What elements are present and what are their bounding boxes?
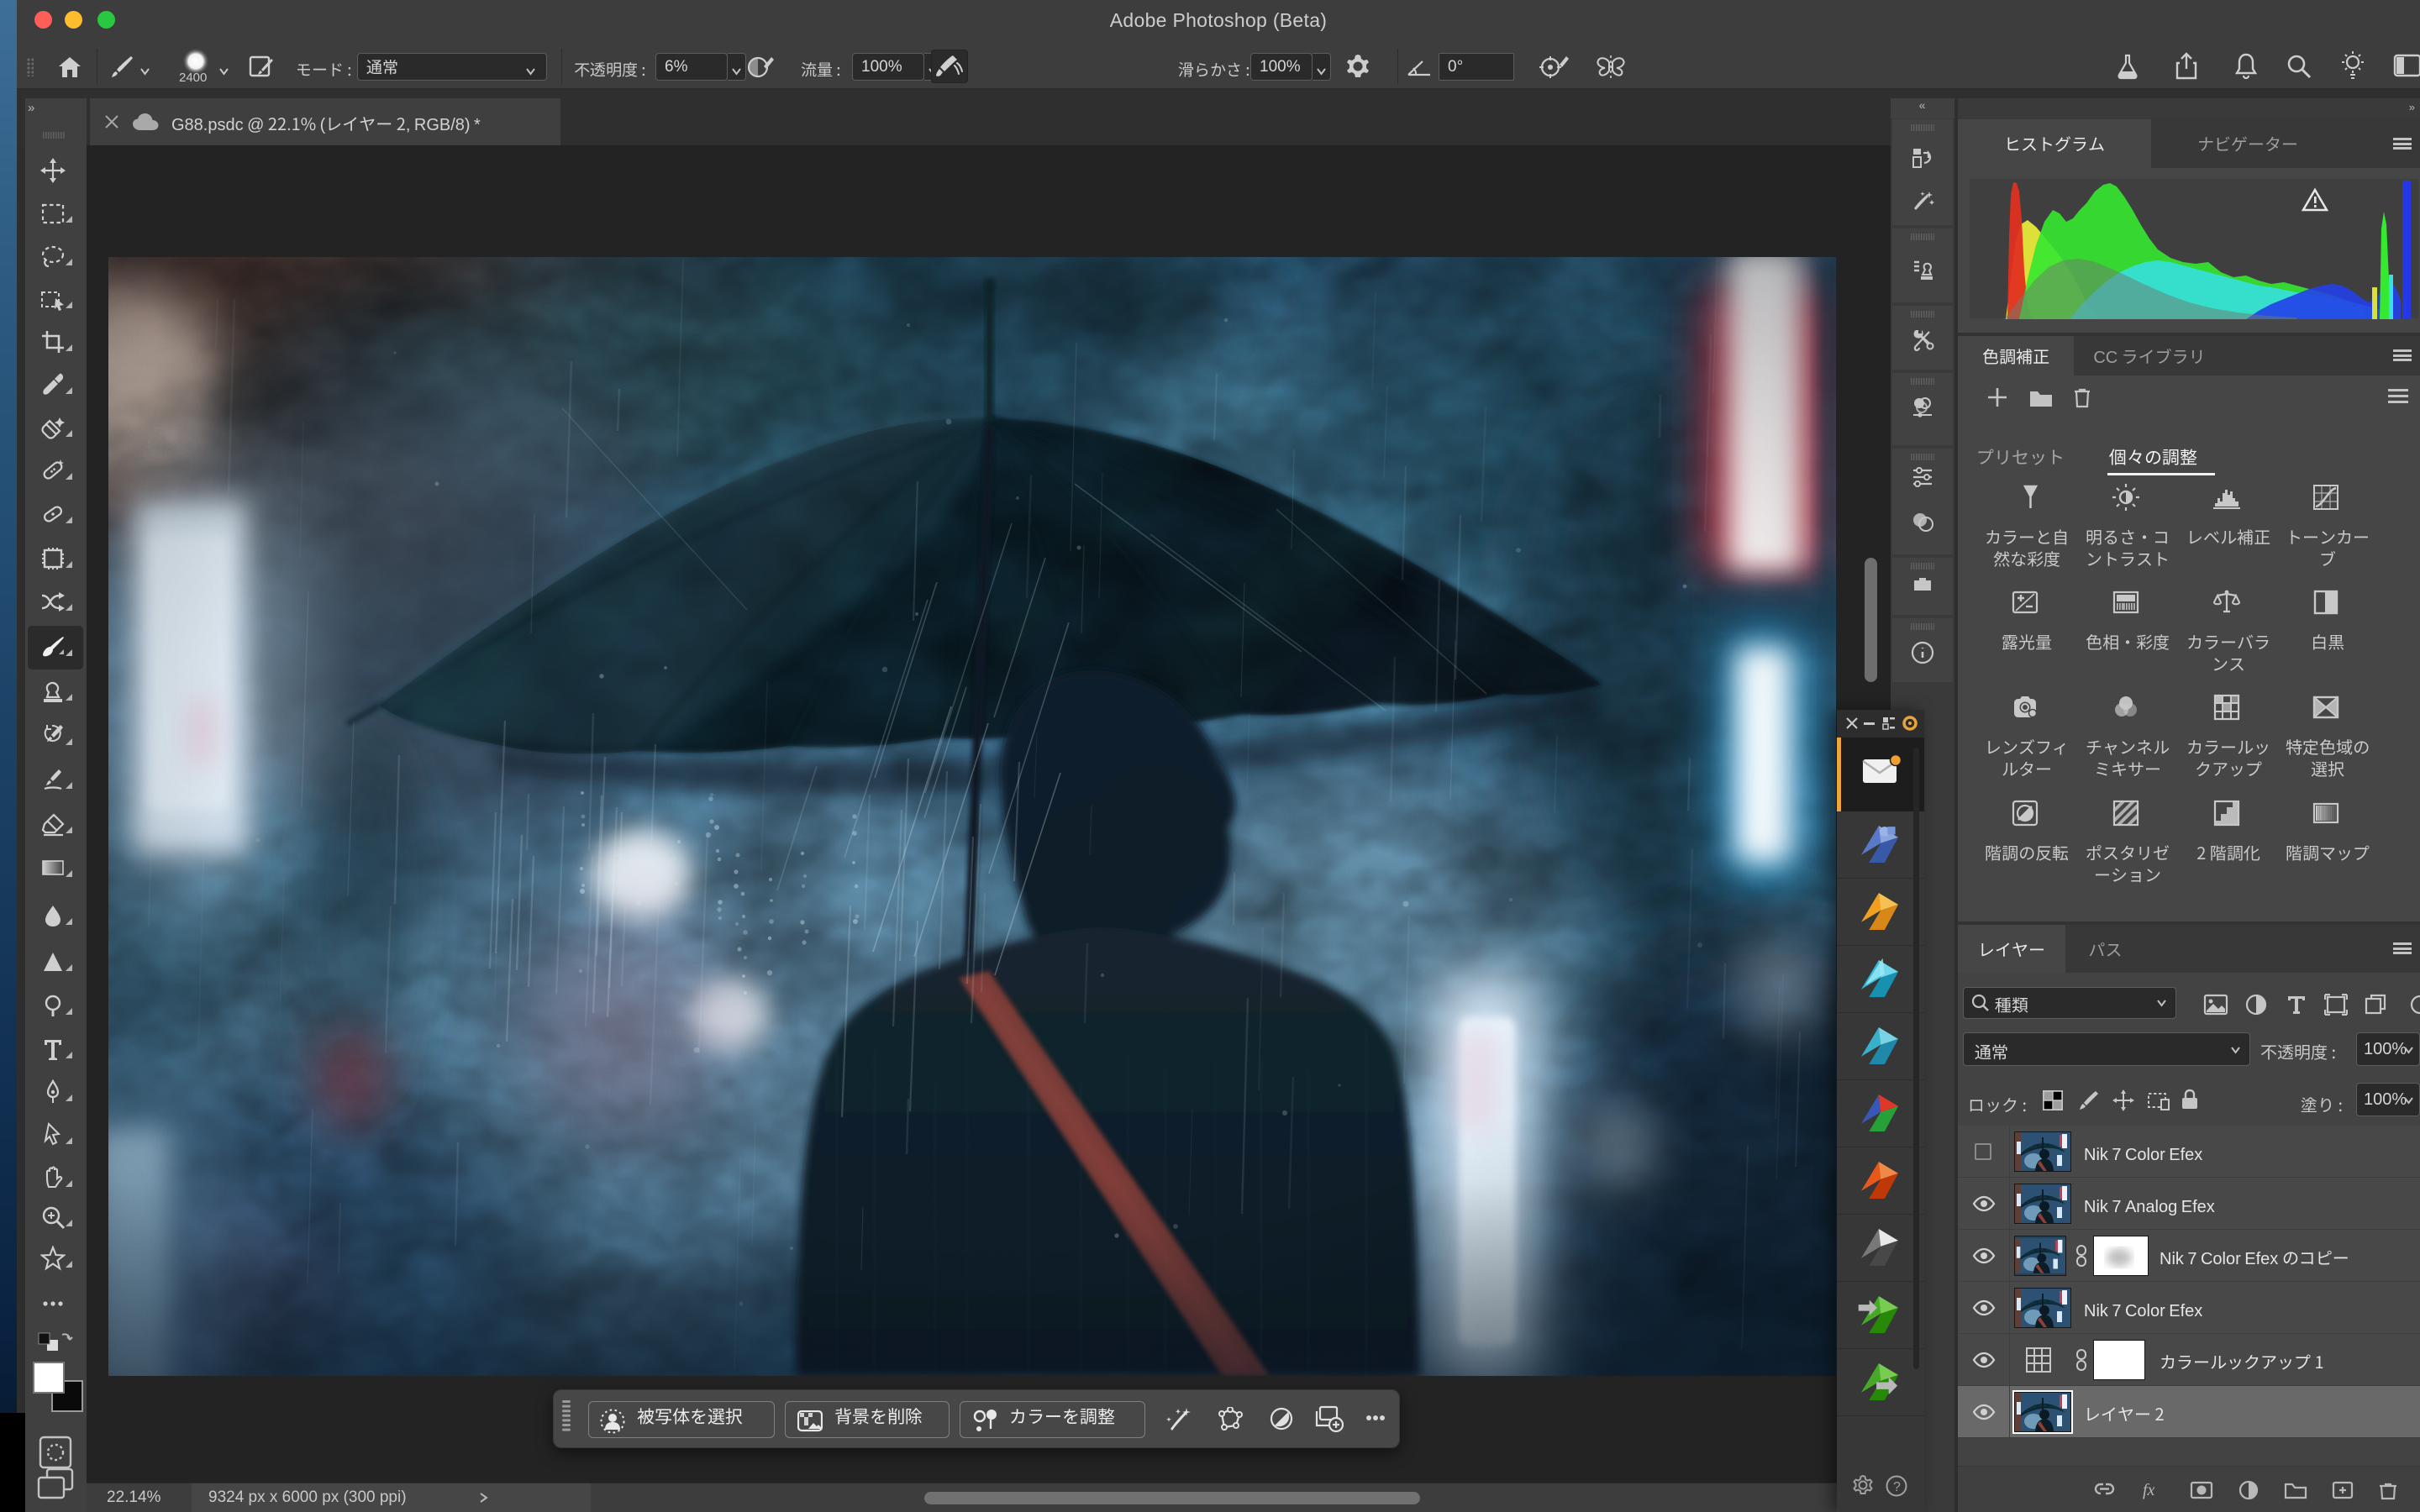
svg-text:fx: fx bbox=[2143, 1481, 2155, 1499]
svg-text:?: ? bbox=[1893, 1480, 1901, 1494]
